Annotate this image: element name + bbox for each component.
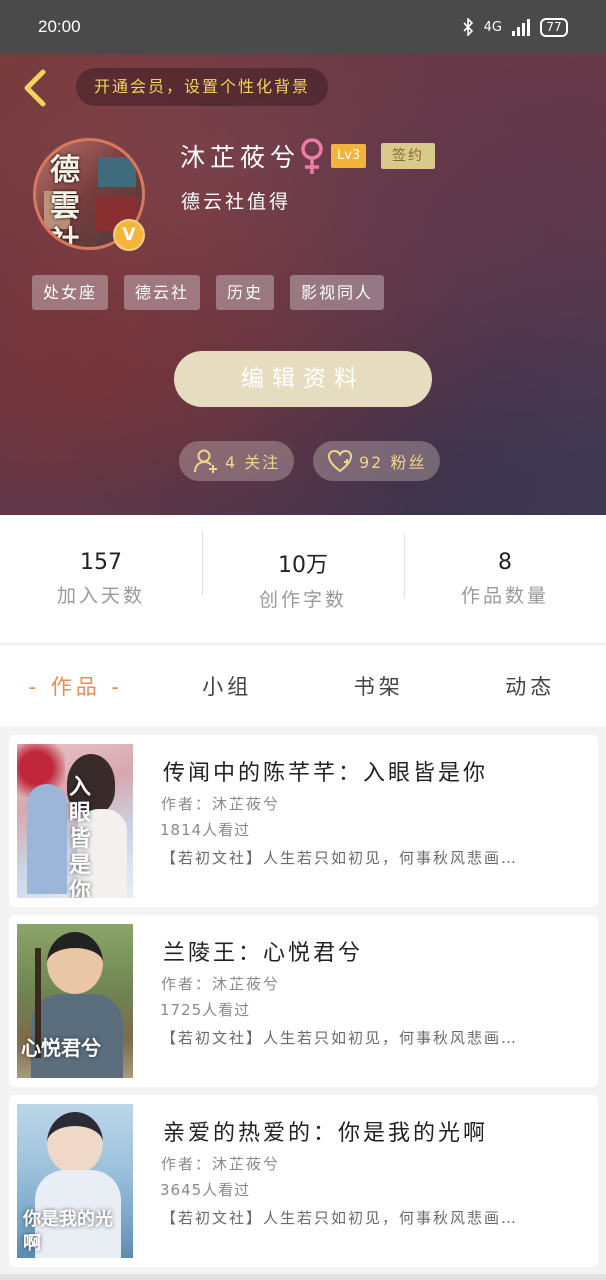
add-user-icon <box>194 449 217 473</box>
tag[interactable]: 处女座 <box>32 275 109 310</box>
avatar-char: 社 <box>50 225 80 250</box>
tag-list: 处女座 德云社 历史 影视同人 <box>32 275 385 310</box>
work-cover: 心悦君兮 <box>17 924 133 1078</box>
tab-works[interactable]: - 作品 - <box>0 671 152 701</box>
work-title: 兰陵王：心悦君兮 <box>163 941 364 966</box>
vip-background-button[interactable]: 开通会员，设置个性化背景 <box>76 68 329 106</box>
work-title: 传闻中的陈芊芊：入眼皆是你 <box>163 761 489 786</box>
level-badge: Lv3 <box>331 144 367 168</box>
next-card-edge <box>0 1274 606 1280</box>
stat-join-days: 157 加入天数 <box>0 550 202 608</box>
user-name: 沐芷莜兮 <box>180 143 301 172</box>
female-icon <box>301 138 323 174</box>
profile-header: 开通会员，设置个性化背景 德 雲 社 V 沐芷莜兮 Lv3 签约 德云社值得 处… <box>0 54 606 515</box>
following-count: 4 关注 <box>225 453 281 472</box>
work-author: 作者：沐芷莜兮 <box>161 795 281 813</box>
work-summary: 【若初文社】人生若只如初见，何事秋风悲画… <box>161 849 519 867</box>
tag[interactable]: 德云社 <box>124 275 201 310</box>
avatar-art <box>98 157 136 187</box>
profile-tabs: - 作品 - 小组 书架 动态 <box>0 644 606 726</box>
tab-bookshelf[interactable]: 书架 <box>303 671 455 701</box>
back-arrow-icon <box>24 69 46 107</box>
following-button[interactable]: 4 关注 <box>179 441 295 481</box>
stat-value: 8 <box>498 550 512 575</box>
work-summary: 【若初文社】人生若只如初见，何事秋风悲画… <box>161 1029 519 1047</box>
network-label: 4G <box>483 19 502 35</box>
battery-icon: 77 <box>540 17 568 37</box>
tab-groups[interactable]: 小组 <box>152 671 304 701</box>
cover-figure <box>47 932 103 994</box>
stat-label: 创作字数 <box>258 588 347 611</box>
cover-figure <box>47 1112 103 1174</box>
fans-button[interactable]: 92 粉丝 <box>313 441 441 481</box>
back-button[interactable] <box>16 68 52 108</box>
tag[interactable]: 历史 <box>216 275 275 310</box>
work-views: 3645人看过 <box>160 1181 251 1199</box>
user-bio: 德云社值得 <box>181 191 292 213</box>
stat-value: 157 <box>80 550 122 575</box>
heart-icon <box>327 449 353 473</box>
edit-profile-button[interactable]: 编辑资料 <box>174 351 432 407</box>
stat-word-count: 10万 创作字数 <box>202 530 404 612</box>
status-time: 20:00 <box>38 17 81 36</box>
work-views: 1725人看过 <box>160 1001 251 1019</box>
work-card[interactable]: 入眼皆是你 传闻中的陈芊芊：入眼皆是你 作者：沐芷莜兮 1814人看过 【若初文… <box>9 735 598 907</box>
tab-activity[interactable]: 动态 <box>455 671 606 701</box>
tag[interactable]: 影视同人 <box>290 275 385 310</box>
work-cover: 你是我的光啊 <box>17 1104 133 1258</box>
fans-count: 92 粉丝 <box>359 453 427 472</box>
cover-figure <box>27 784 67 894</box>
stat-label: 加入天数 <box>56 585 145 607</box>
work-card[interactable]: 你是我的光啊 亲爱的热爱的：你是我的光啊 作者：沐芷莜兮 3645人看过 【若初… <box>9 1095 598 1267</box>
cover-title: 入眼皆是你 <box>69 774 92 898</box>
cover-title: 你是我的光啊 <box>23 1209 113 1254</box>
stat-value: 10万 <box>278 552 328 578</box>
work-author: 作者：沐芷莜兮 <box>161 1155 281 1173</box>
status-icons: 4G 77 <box>462 17 568 37</box>
cover-title: 心悦君兮 <box>21 1036 101 1060</box>
work-title: 亲爱的热爱的：你是我的光啊 <box>163 1121 489 1146</box>
signal-icon <box>512 18 530 36</box>
verified-badge: V <box>113 219 145 251</box>
status-bar: 20:00 4G 77 <box>0 0 606 54</box>
work-cover: 入眼皆是你 <box>17 744 133 898</box>
work-summary: 【若初文社】人生若只如初见，何事秋风悲画… <box>161 1209 519 1227</box>
stats-bar: 157 加入天数 10万 创作字数 8 作品数量 <box>0 515 606 643</box>
stat-works-count: 8 作品数量 <box>404 534 606 608</box>
work-author: 作者：沐芷莜兮 <box>161 975 281 993</box>
work-views: 1814人看过 <box>160 821 251 839</box>
stat-label: 作品数量 <box>460 585 549 607</box>
bluetooth-icon <box>463 18 473 36</box>
signed-badge: 签约 <box>381 143 435 169</box>
work-card[interactable]: 心悦君兮 兰陵王：心悦君兮 作者：沐芷莜兮 1725人看过 【若初文社】人生若只… <box>9 915 598 1087</box>
